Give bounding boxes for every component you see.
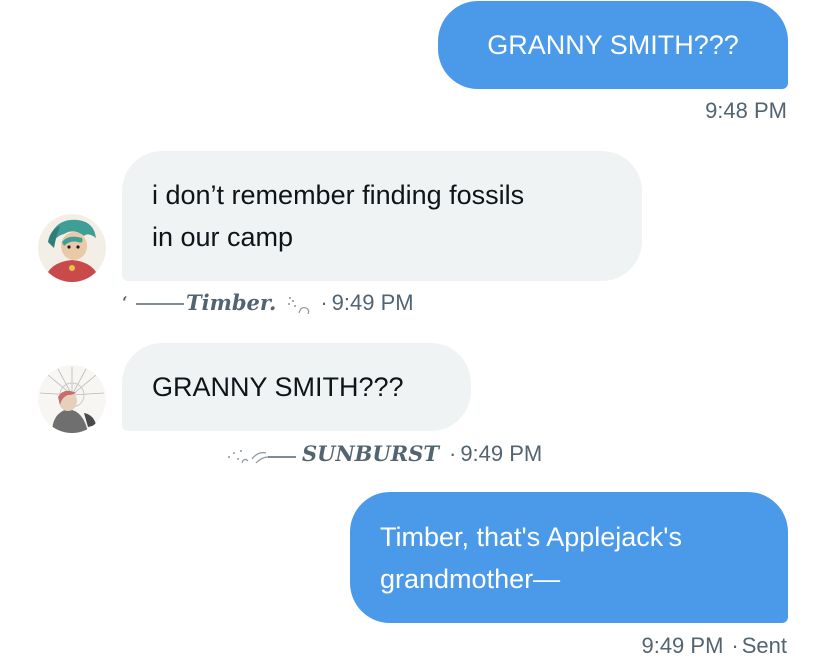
sender-signature: SUNBURST — [302, 441, 439, 466]
timestamp-text: 9:48 PM — [705, 98, 787, 123]
message-meta: SUNBURST · 9:49 PM — [226, 440, 542, 468]
message-meta: ‘ Timber. · 9:49 PM — [122, 289, 414, 317]
delivery-status: Sent — [741, 633, 787, 658]
sender-signature: Timber. — [186, 290, 277, 315]
timestamp-text: 9:49 PM — [641, 633, 724, 658]
meta-separator: · — [731, 633, 739, 658]
incoming-message-bubble[interactable]: GRANNY SMITH??? — [122, 343, 471, 431]
avatar[interactable] — [38, 365, 106, 433]
avatar[interactable] — [38, 214, 106, 282]
message-meta: 9:49 PM · Sent — [641, 632, 787, 660]
message-text-line-2: in our camp — [152, 222, 294, 252]
incoming-message-bubble[interactable]: i don’t remember finding fossils in our … — [122, 151, 642, 281]
sparkle-decoration-icon — [288, 297, 310, 314]
meta-separator: · — [448, 441, 457, 466]
character-avatar-icon — [38, 214, 106, 282]
sunburst-flourish-icon — [228, 450, 296, 464]
outgoing-message-bubble[interactable]: GRANNY SMITH??? — [438, 1, 788, 89]
message-text: GRANNY SMITH??? — [487, 30, 739, 60]
message-text-line-1: i don’t remember finding fossils — [152, 180, 525, 210]
message-text-line-1: Timber, that's Applejack's — [380, 521, 682, 552]
timestamp-text: 9:49 PM — [460, 441, 543, 466]
svg-text:‘: ‘ — [122, 293, 128, 312]
meta-separator: · — [320, 290, 328, 315]
message-text-line-2: grandmother— — [380, 563, 561, 594]
outgoing-message-bubble[interactable]: Timber, that's Applejack's grandmother— — [350, 492, 788, 623]
message-timestamp: 9:48 PM — [705, 97, 787, 125]
character-avatar-icon — [38, 365, 106, 433]
message-text: GRANNY SMITH??? — [152, 372, 404, 402]
timestamp-text: 9:49 PM — [331, 290, 414, 315]
signature-flourish-icon: ‘ — [122, 293, 184, 312]
